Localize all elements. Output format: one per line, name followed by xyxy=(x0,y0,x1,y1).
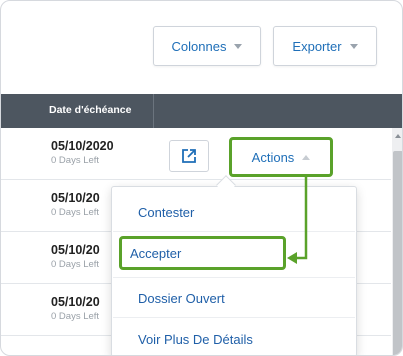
chevron-down-icon xyxy=(349,43,358,49)
days-left: 0 Days Left xyxy=(51,155,100,166)
menu-divider xyxy=(113,317,355,318)
column-header-due-date[interactable]: Date d'échéance xyxy=(49,104,131,116)
menu-divider xyxy=(113,231,355,232)
screenshot-frame: Colonnes Exporter Date d'échéance 05/10/… xyxy=(0,0,403,356)
due-date: 05/10/20 xyxy=(51,243,100,257)
scrollbar-thumb[interactable] xyxy=(393,151,402,355)
export-button[interactable]: Exporter xyxy=(273,26,377,66)
actions-label: Actions xyxy=(251,149,295,165)
open-in-new-icon xyxy=(182,149,196,163)
due-date: 05/10/20 xyxy=(51,191,100,205)
table-header: Date d'échéance xyxy=(1,94,402,128)
column-divider xyxy=(153,94,154,128)
due-date: 05/10/20 xyxy=(51,295,100,309)
actions-button[interactable]: Actions xyxy=(229,137,333,177)
days-left: 0 Days Left xyxy=(51,259,100,270)
chevron-down-icon xyxy=(234,43,243,49)
columns-button[interactable]: Colonnes xyxy=(153,26,261,66)
scroll-up-arrow-icon[interactable] xyxy=(395,134,401,138)
chevron-up-icon xyxy=(302,154,311,160)
menu-item-voir-plus[interactable]: Voir Plus De Détails xyxy=(138,332,253,347)
export-label: Exporter xyxy=(292,38,342,54)
days-left: 0 Days Left xyxy=(51,311,100,322)
menu-item-contester[interactable]: Contester xyxy=(138,205,194,220)
accept-highlight-box xyxy=(119,236,286,270)
due-date: 05/10/2020 xyxy=(51,139,114,153)
days-left: 0 Days Left xyxy=(51,207,100,218)
menu-divider xyxy=(113,277,355,278)
open-details-button[interactable] xyxy=(169,140,209,172)
columns-label: Colonnes xyxy=(171,38,227,54)
menu-item-dossier-ouvert[interactable]: Dossier Ouvert xyxy=(138,291,225,306)
